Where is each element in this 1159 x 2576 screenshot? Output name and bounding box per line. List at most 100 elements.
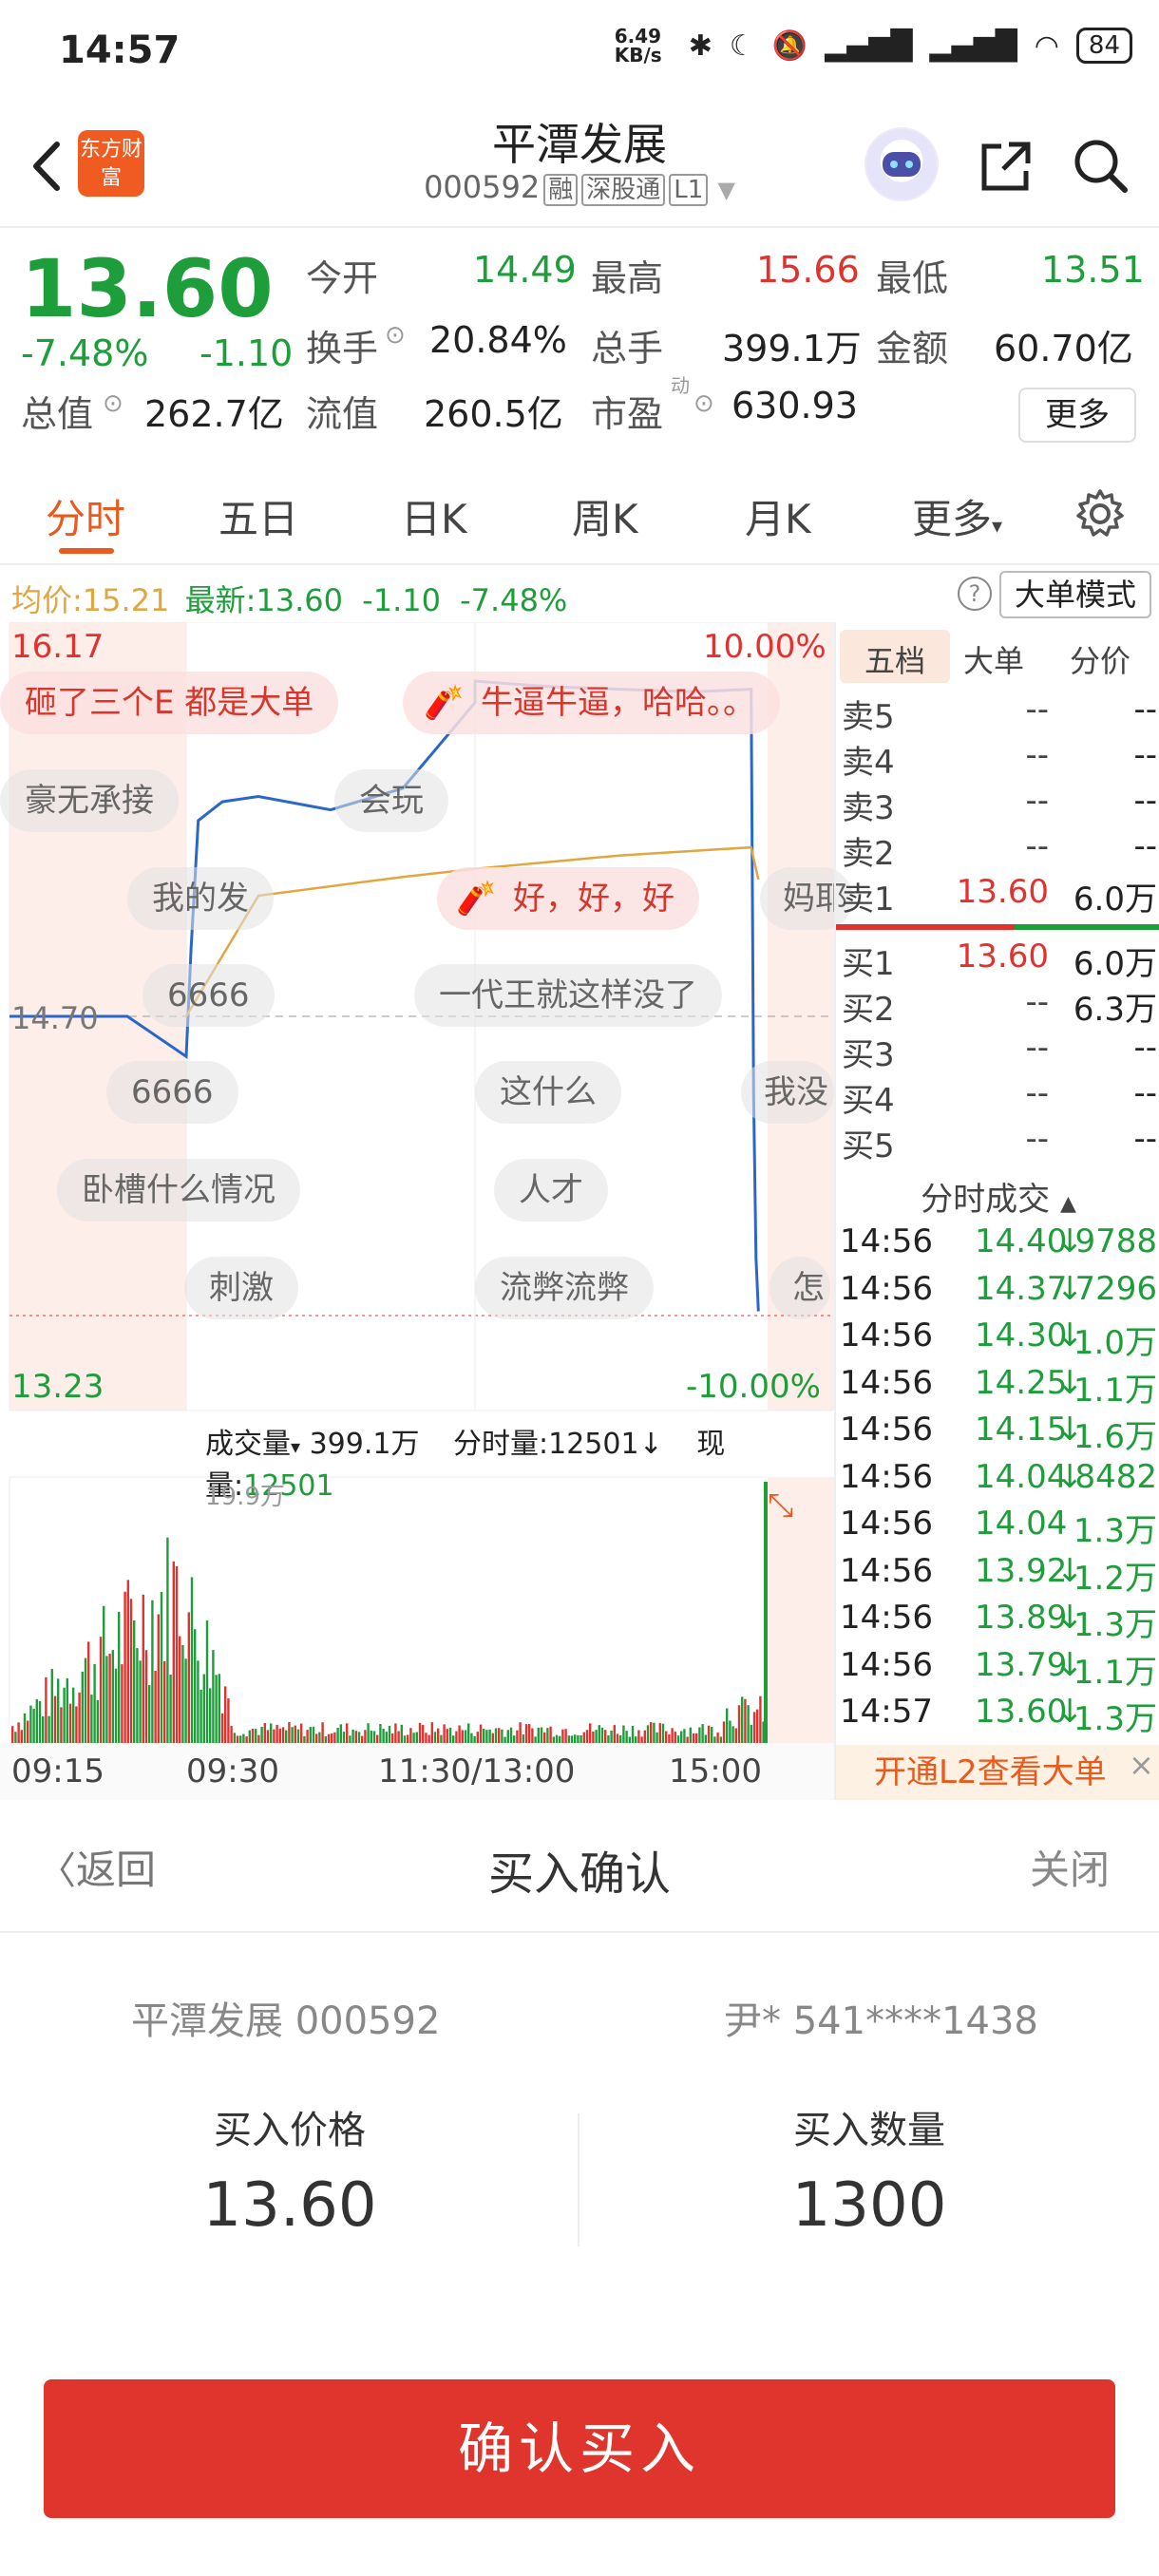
- quote-panel: 13.60 -7.48% -1.10 今开 14.49 最高 15.66 最低 …: [0, 228, 1159, 461]
- danmu-bubble[interactable]: 一代王就这样没了: [414, 964, 722, 1027]
- order-stock: 平潭发展 000592: [131, 1999, 441, 2043]
- volume-bar: [263, 1723, 266, 1743]
- tab-monthly-k[interactable]: 月K: [745, 487, 811, 545]
- danmu-bubble[interactable]: 怎: [770, 1257, 830, 1319]
- orderbook-divider: [836, 924, 1159, 930]
- volume-selector[interactable]: 成交量: [205, 1428, 291, 1461]
- tab-big-orders[interactable]: 大单: [963, 637, 1024, 681]
- ask-row[interactable]: 卖1 13.60 6.0万: [836, 873, 1159, 919]
- volume-bar: [637, 1730, 640, 1743]
- tab-more[interactable]: 更多▾: [912, 487, 1002, 545]
- robot-assistant-icon[interactable]: [864, 127, 939, 201]
- volume-bar: [27, 1720, 29, 1743]
- tick-time: 14:56: [840, 1411, 933, 1449]
- volume-bar: [126, 1580, 129, 1743]
- search-icon[interactable]: [1068, 133, 1134, 199]
- ask-row[interactable]: 卖4 -- --: [836, 736, 1159, 782]
- volume-bar: [610, 1730, 613, 1743]
- volume-bar: [278, 1728, 281, 1743]
- volume-bar: [415, 1732, 418, 1743]
- more-button[interactable]: 更多: [1018, 388, 1136, 443]
- danmu-bubble[interactable]: 这什么: [475, 1061, 621, 1124]
- volume-bar: [166, 1537, 169, 1743]
- close-icon[interactable]: ×: [1129, 1747, 1154, 1783]
- tick-volume: 1.1万: [1073, 1371, 1157, 1410]
- chevron-down-icon[interactable]: ▾: [291, 1435, 300, 1458]
- level-label: 买3: [842, 1036, 895, 1074]
- intraday-chart[interactable]: 16.17 10.00% 14.70 13.23 -10.00% 砸了三个E 都…: [0, 622, 853, 1800]
- volume-bar: [124, 1591, 126, 1743]
- bid-row[interactable]: 买4 -- --: [836, 1074, 1159, 1120]
- volume-bar: [422, 1725, 425, 1743]
- tab-daily-k[interactable]: 日K: [401, 487, 467, 545]
- volume-bar: [281, 1727, 285, 1743]
- axis-bottom-price: 13.23: [11, 1368, 104, 1406]
- info-icon[interactable]: ⊙: [694, 389, 714, 418]
- ask-row[interactable]: 卖3 -- --: [836, 782, 1159, 827]
- volume-bar: [446, 1729, 448, 1743]
- info-icon[interactable]: ⊙: [103, 389, 124, 418]
- danmu-bubble[interactable]: 🧨 牛逼牛逼，哈哈。。: [403, 672, 780, 734]
- danmu-bubble[interactable]: 会玩: [334, 769, 448, 832]
- status-time: 14:57: [59, 28, 180, 72]
- volume-bar: [20, 1730, 23, 1743]
- volume-bar: [23, 1713, 27, 1743]
- l2-banner[interactable]: 开通L2查看大单: [836, 1745, 1159, 1800]
- volume-bar: [407, 1734, 409, 1743]
- tab-intraday[interactable]: 分时: [46, 487, 125, 545]
- danmu-text: 牛逼牛逼，哈哈。。: [481, 684, 755, 722]
- danmu-bubble[interactable]: 豪无承接: [0, 769, 179, 832]
- tick-volume: 1.3万: [1073, 1606, 1157, 1644]
- bid-row[interactable]: 买1 13.60 6.0万: [836, 938, 1159, 983]
- volume-bar: [625, 1731, 628, 1743]
- info-icon[interactable]: ⊙: [385, 321, 406, 350]
- tag-connect: 深股通: [581, 174, 666, 206]
- danmu-bubble[interactable]: 6666: [106, 1061, 238, 1124]
- ticks-title[interactable]: 分时成交 ▲: [836, 1173, 1159, 1220]
- danmu-bubble[interactable]: 砸了三个E 都是大单: [0, 672, 339, 734]
- danmu-bubble[interactable]: 我的发: [127, 867, 274, 930]
- bid-row[interactable]: 买3 -- --: [836, 1029, 1159, 1074]
- danmu-bubble[interactable]: 我没: [741, 1061, 834, 1124]
- volume-bar: [676, 1735, 680, 1743]
- volume-bar: [230, 1726, 233, 1743]
- danmu-bubble[interactable]: 刺激: [184, 1257, 298, 1319]
- danmu-bubble[interactable]: 人才: [494, 1159, 608, 1222]
- tab-weekly-k[interactable]: 周K: [572, 487, 638, 545]
- danmu-bubble[interactable]: 🧨 好，好，好: [437, 867, 699, 930]
- gear-icon[interactable]: [1072, 485, 1129, 542]
- ask-row[interactable]: 卖2 -- --: [836, 827, 1159, 873]
- tab-underline: [59, 548, 114, 554]
- volume-bar: [498, 1728, 501, 1743]
- volume-bar: [440, 1734, 443, 1743]
- danmu-bubble[interactable]: 流弊流弊: [475, 1257, 654, 1319]
- ask-row[interactable]: 卖5 -- --: [836, 691, 1159, 736]
- sheet-close-button[interactable]: 关闭: [1030, 1838, 1110, 1896]
- tick-time: 14:56: [840, 1363, 933, 1402]
- level-label: 卖4: [842, 744, 895, 782]
- tab-five-levels[interactable]: 五档: [864, 637, 925, 681]
- tab-price-dist[interactable]: 分价: [1070, 637, 1130, 681]
- level-volume: --: [1133, 1029, 1157, 1067]
- tab-five-day[interactable]: 五日: [218, 487, 298, 545]
- volume-bar: [470, 1733, 473, 1743]
- tag-margin: 融: [543, 174, 579, 206]
- bid-row[interactable]: 买2 -- 6.3万: [836, 983, 1159, 1029]
- volume-bar: [582, 1732, 585, 1743]
- help-icon[interactable]: ?: [958, 577, 992, 611]
- expand-icon[interactable]: ⤡: [768, 1487, 793, 1525]
- volume-bar: [509, 1727, 513, 1743]
- danmu-bubble[interactable]: 6666: [142, 964, 275, 1027]
- latest-change: -1.10: [362, 582, 441, 618]
- confirm-buy-button[interactable]: 确认买入: [44, 2379, 1115, 2518]
- danmu-bubble[interactable]: 卧槽什么情况: [57, 1159, 300, 1222]
- volume-bar: [592, 1731, 595, 1743]
- big-order-mode-button[interactable]: 大单模式: [999, 571, 1151, 618]
- volume-bar: [190, 1577, 194, 1743]
- volume-bar: [400, 1724, 403, 1743]
- dropdown-icon[interactable]: ▼: [717, 177, 734, 203]
- bid-row[interactable]: 买5 -- --: [836, 1120, 1159, 1165]
- level-volume: --: [1133, 736, 1157, 774]
- volume-bar: [613, 1725, 616, 1743]
- share-icon[interactable]: [973, 133, 1039, 199]
